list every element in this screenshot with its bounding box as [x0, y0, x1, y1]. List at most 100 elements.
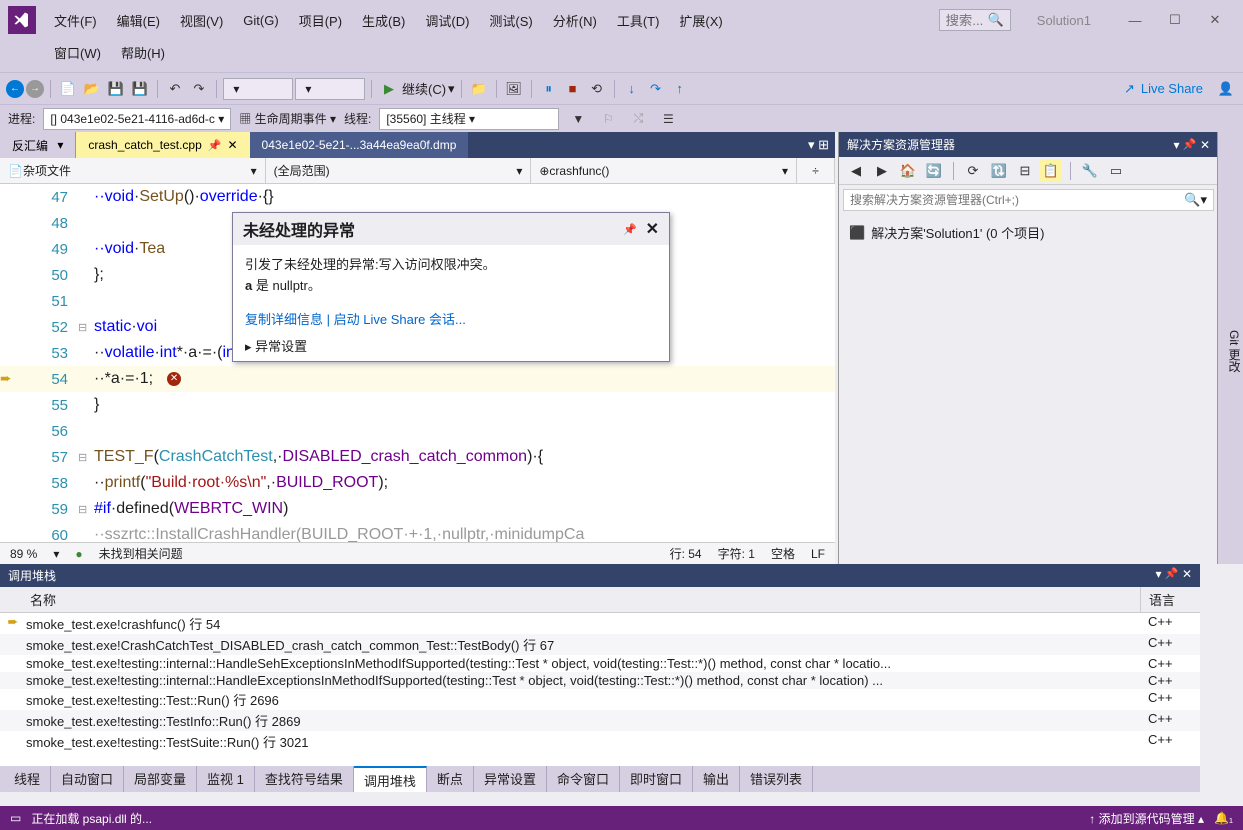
collapse-icon[interactable]: ⊟ [1014, 160, 1036, 182]
bottom-tab[interactable]: 输出 [693, 766, 740, 792]
menu-extensions[interactable]: 扩展(X) [669, 7, 732, 34]
copy-details-link[interactable]: 复制详细信息 [245, 312, 323, 327]
process-combo[interactable]: [] 043e1e02-5e21-4116-ad6d-c ▾ [43, 108, 231, 130]
sync-icon[interactable]: ⟳ [962, 160, 984, 182]
switch-view-icon[interactable]: 🔄 [923, 160, 945, 182]
continue-button[interactable]: ▶ [378, 78, 400, 100]
bottom-tab[interactable]: 断点 [427, 766, 474, 792]
callstack-row[interactable]: ➨smoke_test.exe!crashfunc() 行 54C++ [0, 613, 1200, 634]
menu-help[interactable]: 帮助(H) [111, 39, 175, 66]
menu-view[interactable]: 视图(V) [170, 7, 233, 34]
tab-overflow-icon[interactable]: ▾ ⊞ [802, 132, 835, 158]
quick-search[interactable]: 🔍 [939, 9, 1011, 31]
col-name[interactable]: 名称 [0, 587, 1140, 612]
swap-icon[interactable]: ⤭ [627, 108, 649, 130]
maximize-button[interactable]: ☐ [1155, 7, 1195, 33]
callstack-row[interactable]: smoke_test.exe!testing::Test::Run() 行 26… [0, 689, 1200, 710]
pane-dropdown-icon[interactable]: ▾ [1174, 138, 1180, 152]
code-editor[interactable]: 47··void·SetUp()·override·{} 48 49··void… [0, 184, 835, 542]
bottom-tab[interactable]: 异常设置 [474, 766, 547, 792]
callstack-row[interactable]: smoke_test.exe!testing::TestSuite::Run()… [0, 731, 1200, 752]
pin-icon[interactable]: 📌 [208, 139, 222, 152]
pane-close-icon[interactable]: ✕ [1200, 138, 1210, 152]
bottom-tab[interactable]: 查找符号结果 [255, 766, 354, 792]
bottom-tab[interactable]: 监视 1 [197, 766, 255, 792]
platform-combo[interactable]: ▾ [295, 78, 365, 100]
menu-file[interactable]: 文件(F) [44, 7, 107, 34]
filter-icon[interactable]: ▼ [567, 108, 589, 130]
nav-fwd-button[interactable]: → [26, 80, 44, 98]
menu-debug[interactable]: 调试(D) [415, 7, 479, 34]
col-lang[interactable]: 语言 [1140, 587, 1200, 612]
menu-tools[interactable]: 工具(T) [607, 7, 670, 34]
close-button[interactable]: ✕ [1195, 7, 1235, 33]
live-share-button[interactable]: ↗ Live Share [1114, 81, 1213, 97]
home-icon[interactable]: 🏠 [897, 160, 919, 182]
tab-active-file[interactable]: crash_catch_test.cpp 📌 ✕ [76, 132, 249, 158]
lifecycle-label[interactable]: ▦ 生命周期事件 ▾ [239, 110, 336, 127]
step-out-icon[interactable]: ↑ [669, 78, 691, 100]
pause-icon[interactable]: ⏸ [538, 78, 560, 100]
folder-icon[interactable]: 📁 [468, 78, 490, 100]
git-changes-tab[interactable]: Git 更改 [1217, 132, 1243, 564]
open-icon[interactable]: 📂 [81, 78, 103, 100]
menu-project[interactable]: 项目(P) [289, 7, 352, 34]
save-icon[interactable]: 💾 [105, 78, 127, 100]
bottom-tab[interactable]: 命令窗口 [547, 766, 620, 792]
nav-scope-combo[interactable]: (全局范围)▾ [266, 158, 532, 183]
source-control-button[interactable]: ↑ 添加到源代码管理 ▴ [1089, 810, 1204, 827]
undo-icon[interactable]: ↶ [164, 78, 186, 100]
save-all-icon[interactable]: 💾 [129, 78, 151, 100]
bottom-tab[interactable]: 即时窗口 [620, 766, 693, 792]
callstack-rows[interactable]: ➨smoke_test.exe!crashfunc() 行 54C++smoke… [0, 613, 1200, 766]
pane-pin-icon[interactable]: 📌 [1165, 567, 1179, 584]
solution-tree[interactable]: ⬛ 解决方案'Solution1' (0 个项目) [839, 215, 1218, 250]
fwd-icon[interactable]: ▶ [871, 160, 893, 182]
new-file-icon[interactable]: 📄 [57, 78, 79, 100]
callstack-row[interactable]: smoke_test.exe!CrashCatchTest_DISABLED_c… [0, 634, 1200, 655]
menu-git[interactable]: Git(G) [233, 9, 288, 32]
exception-settings-toggle[interactable]: ▸ 异常设置 [233, 330, 669, 361]
start-liveshare-link[interactable]: 启动 Live Share 会话... [334, 312, 466, 327]
error-icon[interactable]: ✕ [167, 372, 181, 386]
bottom-tab[interactable]: 自动窗口 [51, 766, 124, 792]
redo-icon[interactable]: ↷ [188, 78, 210, 100]
zoom-level[interactable]: 89 % [10, 547, 37, 561]
close-tab-icon[interactable]: ✕ [227, 138, 237, 152]
properties-icon[interactable]: 🔧 [1079, 160, 1101, 182]
search-input[interactable] [946, 13, 988, 28]
stop-icon[interactable]: ■ [562, 78, 584, 100]
preview-icon[interactable]: ▭ [1105, 160, 1127, 182]
nav-func-combo[interactable]: ⊕ crashfunc()▾ [531, 158, 797, 183]
stack-icon[interactable]: ☰ [657, 108, 679, 130]
minimize-button[interactable]: — [1115, 7, 1155, 33]
tab-disassembly[interactable]: 反汇编 ▾ [0, 132, 76, 158]
callstack-row[interactable]: smoke_test.exe!testing::TestInfo::Run() … [0, 710, 1200, 731]
pane-close-icon[interactable]: ✕ [1182, 567, 1192, 584]
refresh-icon[interactable]: 🔃 [988, 160, 1010, 182]
pane-pin-icon[interactable]: 📌 [1183, 138, 1197, 151]
close-popup-icon[interactable]: ✕ [646, 219, 659, 239]
menu-window[interactable]: 窗口(W) [44, 39, 111, 66]
step-over-icon[interactable]: ↷ [645, 78, 667, 100]
menu-analyze[interactable]: 分析(N) [543, 7, 607, 34]
solution-search-input[interactable] [850, 193, 1184, 207]
flag-icon[interactable]: ⚐ [597, 108, 619, 130]
config-combo[interactable]: ▾ [223, 78, 293, 100]
tab-dump-file[interactable]: 043e1e02-5e21-...3a44ea9ea0f.dmp [250, 132, 469, 158]
solution-search[interactable]: 🔍▾ [843, 189, 1214, 211]
restart-icon[interactable]: ⟲ [586, 78, 608, 100]
bottom-tab[interactable]: 局部变量 [124, 766, 197, 792]
back-icon[interactable]: ◀ [845, 160, 867, 182]
bottom-tab[interactable]: 调用堆栈 [354, 766, 427, 792]
split-icon[interactable]: ÷ [797, 158, 835, 183]
callstack-row[interactable]: smoke_test.exe!testing::internal::Handle… [0, 672, 1200, 689]
step-into-icon[interactable]: ↓ [621, 78, 643, 100]
nav-back-button[interactable]: ← [6, 80, 24, 98]
callstack-row[interactable]: smoke_test.exe!testing::internal::Handle… [0, 655, 1200, 672]
bottom-tab[interactable]: 线程 [4, 766, 51, 792]
show-all-icon[interactable]: 📋 [1040, 160, 1062, 182]
notifications-icon[interactable]: 🔔₁ [1214, 811, 1233, 825]
solution-root-item[interactable]: ⬛ 解决方案'Solution1' (0 个项目) [849, 221, 1208, 244]
menu-edit[interactable]: 编辑(E) [107, 7, 170, 34]
